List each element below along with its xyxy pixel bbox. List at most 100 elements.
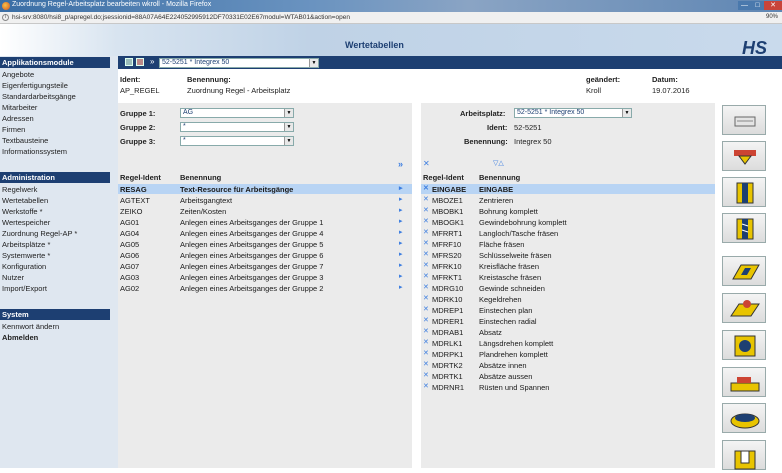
bore-tool-button[interactable] [722, 177, 766, 207]
remove-icon[interactable]: ✕ [423, 206, 429, 214]
add-icon[interactable]: ▸ [399, 272, 403, 280]
remove-all-icon[interactable]: ✕ [423, 159, 430, 168]
table-row[interactable]: ✕ MFRKT1 Kreistasche fräsen [421, 272, 715, 282]
sidebar-item-wertetabellen[interactable]: Wertetabellen [2, 196, 48, 205]
chevron-down-icon[interactable]: ▼ [284, 123, 293, 131]
sidebar-item-textbausteine[interactable]: Textbausteine [2, 136, 48, 145]
sidebar-item-systemwerte[interactable]: Systemwerte * [2, 251, 50, 260]
remove-icon[interactable]: ✕ [423, 184, 429, 192]
minimize-button[interactable]: — [738, 1, 751, 10]
table-row[interactable]: AG04 Anlegen eines Arbeitsganges der Grup… [118, 228, 412, 238]
table-row[interactable]: ✕ MFRF10 Fläche fräsen [421, 239, 715, 249]
table-row[interactable]: AGTEXT Arbeitsgangtext ▸ [118, 195, 412, 205]
add-icon[interactable]: ▸ [399, 217, 403, 225]
address-bar[interactable]: i hsi-srv:8080/hsi8_p/apregel.do;jsessio… [0, 12, 782, 24]
add-all-icon[interactable]: » [398, 159, 403, 169]
add-icon[interactable]: ▸ [399, 261, 403, 269]
sidebar-item-abmelden[interactable]: Abmelden [2, 333, 38, 342]
remove-icon[interactable]: ✕ [423, 239, 429, 247]
remove-icon[interactable]: ✕ [423, 195, 429, 203]
remove-icon[interactable]: ✕ [423, 217, 429, 225]
table-row[interactable]: ✕ MDREP1 Einstechen plan [421, 305, 715, 315]
sidebar-item-mitarbeiter[interactable]: Mitarbeiter [2, 103, 37, 112]
remove-icon[interactable]: ✕ [423, 371, 429, 379]
round-pocket-tool-button[interactable] [722, 330, 766, 360]
remove-icon[interactable]: ✕ [423, 261, 429, 269]
remove-icon[interactable]: ✕ [423, 228, 429, 236]
table-row[interactable]: AG02 Anlegen eines Arbeitsganges der Grup… [118, 283, 412, 293]
turn-tool-button[interactable] [722, 367, 766, 397]
table-row[interactable]: AG03 Anlegen eines Arbeitsganges der Grup… [118, 272, 412, 282]
sidebar-item-firmen[interactable]: Firmen [2, 125, 25, 134]
sidebar-item-konfiguration[interactable]: Konfiguration [2, 262, 46, 271]
thread-bore-tool-button[interactable] [722, 213, 766, 243]
table-row[interactable]: ✕ EINGABE EINGABE [421, 184, 715, 194]
left-header-regel-ident[interactable]: Regel-Ident [120, 173, 161, 182]
chamfer-tool-button[interactable] [722, 141, 766, 171]
add-icon[interactable]: ▸ [399, 283, 403, 291]
table-row[interactable]: ZEIKO Zeiten/Kosten ▸ [118, 206, 412, 216]
table-row[interactable]: ✕ MDRK10 Kegeldrehen [421, 294, 715, 304]
step-tool-button[interactable] [722, 440, 766, 470]
sidebar-item-kennwort-aendern[interactable]: Kennwort ändern [2, 322, 59, 331]
right-header-benennung[interactable]: Benennung [479, 173, 520, 182]
keyboard-tool-button[interactable] [722, 105, 766, 135]
sidebar-item-eigenfertigungsteile[interactable]: Eigenfertigungsteile [2, 81, 68, 90]
remove-icon[interactable]: ✕ [423, 305, 429, 313]
left-header-benennung[interactable]: Benennung [180, 173, 221, 182]
chevron-down-icon[interactable]: ▼ [284, 137, 293, 145]
sidebar-item-werkstoffe[interactable]: Werkstoffe * [2, 207, 43, 216]
sidebar-item-wertespeicher[interactable]: Wertespeicher [2, 218, 50, 227]
table-row[interactable]: ✕ MFRRT1 Langloch/Tasche fräsen [421, 228, 715, 238]
table-row[interactable]: RESAG Text-Resource für Arbeitsgänge ▸ [118, 184, 412, 194]
remove-icon[interactable]: ✕ [423, 382, 429, 390]
table-row[interactable]: ✕ MDRLK1 Längsdrehen komplett [421, 338, 715, 348]
remove-icon[interactable]: ✕ [423, 294, 429, 302]
remove-icon[interactable]: ✕ [423, 283, 429, 291]
table-row[interactable]: AG07 Anlegen eines Arbeitsganges der Grup… [118, 261, 412, 271]
chevron-down-icon[interactable]: ▼ [284, 109, 293, 117]
table-row[interactable]: ✕ MDRER1 Einstechen radial [421, 316, 715, 326]
remove-icon[interactable]: ✕ [423, 316, 429, 324]
edit-icon[interactable] [136, 58, 144, 66]
sidebar-item-standardarbeitsgaenge[interactable]: Standardarbeitsgänge [2, 92, 76, 101]
table-row[interactable]: ✕ MFRK10 Kreisfläche fräsen [421, 261, 715, 271]
table-row[interactable]: ✕ MBOGK1 Gewindebohrung komplett [421, 217, 715, 227]
table-row[interactable]: ✕ MDRNR1 Rüsten und Spannen [421, 382, 715, 392]
gruppe2-select[interactable]: * ▼ [180, 122, 294, 132]
table-row[interactable]: ✕ MDRG10 Gewinde schneiden [421, 283, 715, 293]
forward-icon[interactable]: » [150, 57, 154, 66]
save-icon[interactable] [125, 58, 133, 66]
add-icon[interactable]: ▸ [399, 184, 403, 192]
table-row[interactable]: AG01 Anlegen eines Arbeitsganges der Grup… [118, 217, 412, 227]
remove-icon[interactable]: ✕ [423, 360, 429, 368]
table-row[interactable]: AG05 Anlegen eines Arbeitsganges der Grup… [118, 239, 412, 249]
add-icon[interactable]: ▸ [399, 239, 403, 247]
url-text[interactable]: hsi-srv:8080/hsi8_p/apregel.do;jsessioni… [12, 14, 350, 21]
arbeitsplatz-select[interactable]: 52-5251 * Integrex 50 ▼ [514, 108, 632, 118]
sidebar-item-import-export[interactable]: Import/Export [2, 284, 47, 293]
maximize-button[interactable]: □ [751, 1, 764, 10]
gruppe3-select[interactable]: * ▼ [180, 136, 294, 146]
table-row[interactable]: ✕ MDRTK2 Absätze innen [421, 360, 715, 370]
face-mill-tool-button[interactable] [722, 293, 766, 323]
add-icon[interactable]: ▸ [399, 206, 403, 214]
table-row[interactable]: ✕ MFRS20 Schlüsselweite fräsen [421, 250, 715, 260]
sidebar-item-nutzer[interactable]: Nutzer [2, 273, 24, 282]
sidebar-item-angebote[interactable]: Angebote [2, 70, 34, 79]
add-icon[interactable]: ▸ [399, 250, 403, 258]
remove-icon[interactable]: ✕ [423, 349, 429, 357]
zoom-level[interactable]: 90% [766, 14, 778, 20]
chevron-down-icon[interactable]: ▼ [309, 59, 318, 67]
sidebar-item-regelwerk[interactable]: Regelwerk [2, 185, 37, 194]
sidebar-item-arbeitsplaetze[interactable]: Arbeitsplätze * [2, 240, 50, 249]
remove-icon[interactable]: ✕ [423, 250, 429, 258]
sidebar-item-informationssystem[interactable]: Informationssystem [2, 147, 67, 156]
chevron-down-icon[interactable]: ▼ [622, 109, 631, 117]
table-row[interactable]: ✕ MDRTK1 Absätze aussen [421, 371, 715, 381]
disc-tool-button[interactable] [722, 403, 766, 433]
slot-tool-button[interactable] [722, 256, 766, 286]
remove-icon[interactable]: ✕ [423, 327, 429, 335]
table-row[interactable]: ✕ MDRPK1 Plandrehen komplett [421, 349, 715, 359]
add-icon[interactable]: ▸ [399, 228, 403, 236]
